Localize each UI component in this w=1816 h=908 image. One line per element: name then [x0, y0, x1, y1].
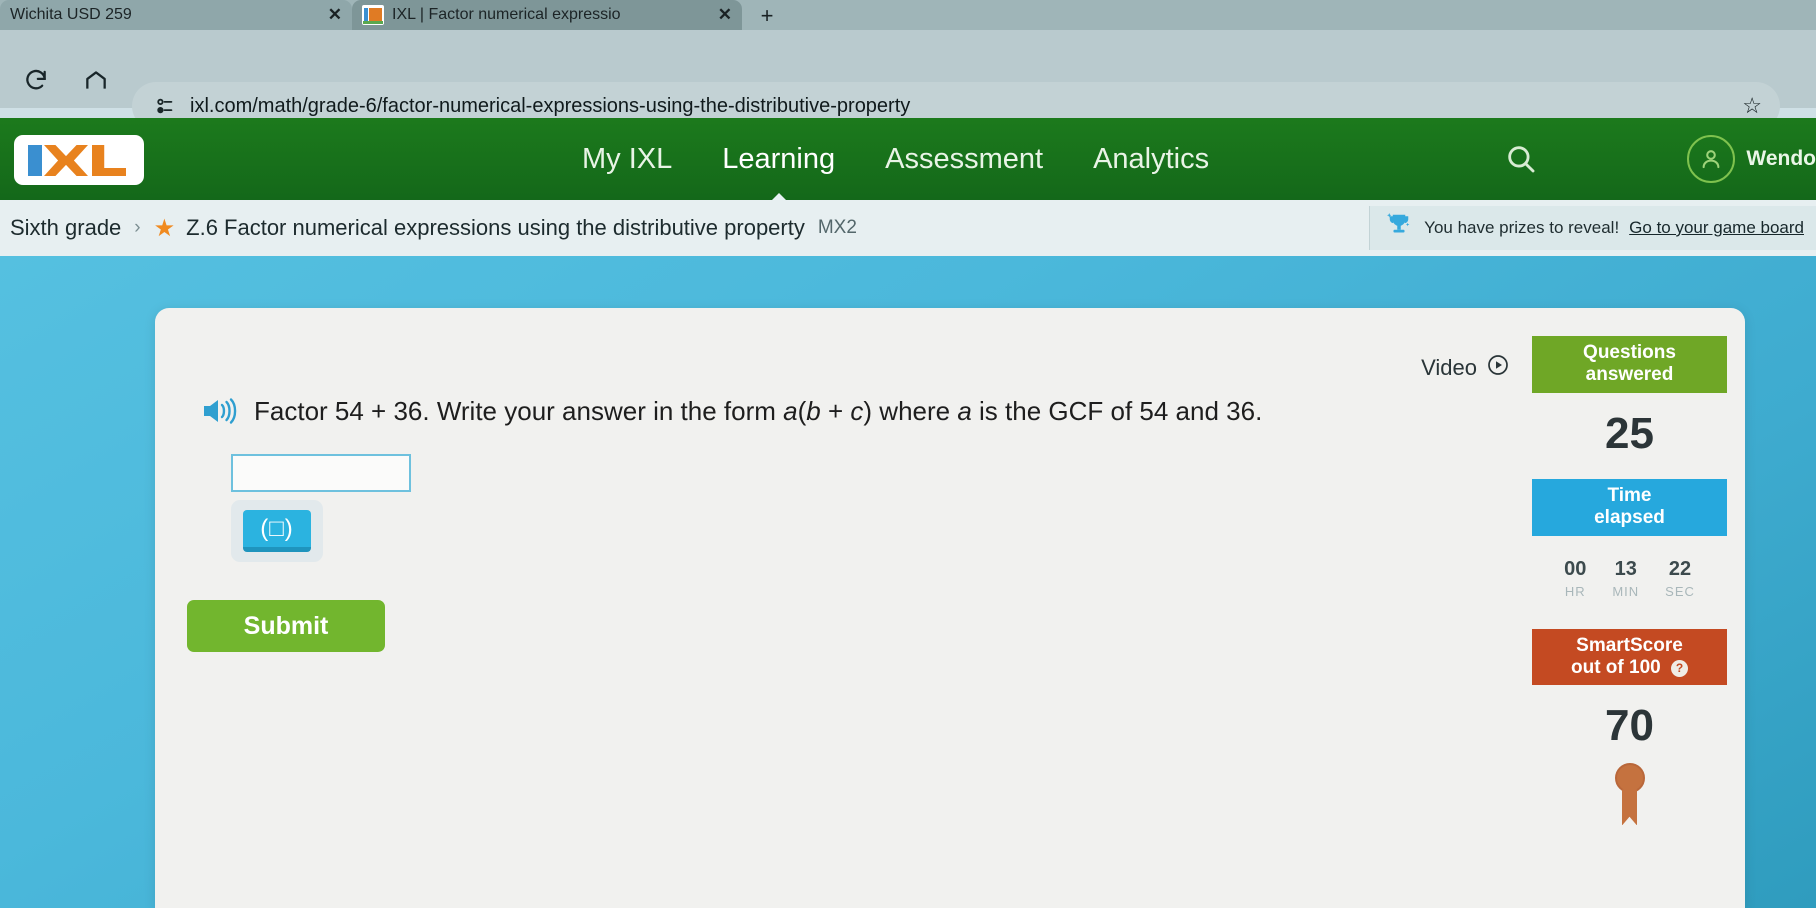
answer-input[interactable]: [231, 454, 411, 492]
nav-links: My IXL Learning Assessment Analytics: [580, 118, 1211, 208]
time-elapsed-line2: elapsed: [1594, 507, 1665, 529]
browser-window: Wichita USD 259 ✕ IXL | Factor numerical…: [0, 0, 1816, 908]
time-elapsed-line1: Time: [1607, 484, 1652, 506]
browser-tab-ixl[interactable]: IXL | Factor numerical expressio ✕: [352, 0, 742, 30]
timer-minutes-value: 13: [1614, 557, 1637, 580]
browser-tab-wichita[interactable]: Wichita USD 259 ✕: [0, 0, 352, 30]
user-name-label: Wendo: [1746, 147, 1816, 170]
close-icon[interactable]: ✕: [328, 5, 342, 25]
timer-hours-value: 00: [1564, 557, 1587, 580]
smartscore-line1: SmartScore: [1576, 634, 1683, 656]
timer-seconds-value: 22: [1668, 557, 1692, 580]
nav-item-analytics[interactable]: Analytics: [1091, 139, 1211, 180]
nav-item-my-ixl[interactable]: My IXL: [580, 139, 674, 180]
reload-icon[interactable]: [18, 62, 54, 98]
nav-item-learning[interactable]: Learning: [720, 139, 837, 208]
breadcrumb-grade[interactable]: Sixth grade: [10, 215, 121, 241]
parentheses-keypad-button[interactable]: (□): [243, 510, 311, 552]
user-menu[interactable]: Wendo: [1687, 135, 1816, 183]
submit-button[interactable]: Submit: [187, 600, 385, 652]
close-icon[interactable]: ✕: [718, 5, 732, 25]
ixl-logo[interactable]: [14, 135, 144, 185]
help-icon[interactable]: ?: [1671, 659, 1688, 677]
ixl-favicon-icon: [362, 5, 384, 25]
smartscore-value: 70: [1605, 701, 1654, 751]
nav-item-assessment[interactable]: Assessment: [883, 139, 1045, 180]
new-tab-button[interactable]: +: [752, 2, 782, 30]
question-text: Factor 54 + 36. Write your answer in the…: [254, 396, 1262, 427]
timer-minutes: 13 MIN: [1612, 558, 1639, 599]
question-suffix: is the GCF of 54 and 36.: [971, 395, 1263, 426]
timer-minutes-unit: MIN: [1612, 583, 1640, 599]
practice-card: Video Factor 54 + 36. Write your answer …: [155, 308, 1745, 908]
timer-seconds-unit: SEC: [1665, 583, 1695, 599]
timer-hours-unit: HR: [1564, 583, 1586, 599]
timer-hours: 00 HR: [1564, 558, 1586, 599]
prize-banner-text: You have prizes to reveal!: [1424, 218, 1620, 237]
question-middle: where: [872, 395, 958, 426]
site-settings-icon[interactable]: [150, 91, 180, 121]
video-link[interactable]: Video: [1421, 353, 1510, 382]
bookmark-star-icon[interactable]: ☆: [1742, 93, 1762, 119]
keypad-container: (□): [231, 500, 323, 562]
user-avatar-icon: [1687, 135, 1736, 183]
browser-tab-strip: Wichita USD 259 ✕ IXL | Factor numerical…: [0, 0, 1816, 30]
score-panel: Questions answered 25 Time elapsed 00 HR…: [1532, 336, 1727, 826]
bronze-medal-icon: [1613, 763, 1647, 826]
browser-tab-title: IXL | Factor numerical expressio: [392, 6, 621, 23]
browser-toolbar: ixl.com/math/grade-6/factor-numerical-ex…: [0, 30, 1816, 130]
game-board-link[interactable]: Go to your game board: [1629, 218, 1804, 238]
breadcrumb-skill-code: MX2: [817, 217, 857, 238]
question-var-b: b: [806, 395, 821, 426]
chevron-right-icon: ›: [134, 217, 141, 238]
play-circle-icon: [1486, 353, 1510, 382]
address-bar-url: ixl.com/math/grade-6/factor-numerical-ex…: [190, 94, 911, 117]
question-plus: +: [820, 395, 851, 426]
timer-row: 00 HR 13 MIN 22 SEC: [1532, 536, 1727, 603]
smartscore-line2-text: out of 100: [1570, 657, 1661, 679]
question-var-a: a: [783, 395, 798, 426]
question-paren-open: (: [797, 395, 807, 426]
time-elapsed-header: Time elapsed: [1532, 478, 1727, 536]
questions-answered-line2: answered: [1585, 364, 1674, 386]
question-prefix: Factor 54 + 36. Write your answer in the…: [254, 395, 784, 426]
search-icon[interactable]: [1504, 142, 1538, 176]
star-icon[interactable]: ★: [154, 214, 176, 243]
page-background: Video Factor 54 + 36. Write your answer …: [0, 256, 1816, 908]
browser-tab-title: Wichita USD 259: [10, 6, 132, 23]
prize-banner[interactable]: You have prizes to reveal! Go to your ga…: [1369, 206, 1816, 250]
panel-spacer: [1532, 603, 1727, 629]
questions-answered-line1: Questions: [1583, 342, 1676, 363]
question-paren-close: ): [863, 395, 873, 426]
breadcrumb: Sixth grade › ★ Z.6 Factor numerical exp…: [0, 200, 1816, 256]
trophy-icon: [1384, 211, 1414, 246]
speaker-icon[interactable]: [200, 394, 238, 428]
questions-answered-header: Questions answered: [1532, 336, 1727, 393]
ixl-main-navigation: My IXL Learning Assessment Analytics Wen…: [0, 118, 1816, 208]
questions-answered-value: 25: [1605, 408, 1654, 458]
breadcrumb-skill-title[interactable]: Z.6 Factor numerical expressions using t…: [186, 215, 805, 241]
timer-seconds: 22 SEC: [1665, 558, 1695, 599]
video-label: Video: [1421, 354, 1477, 380]
question-row: Factor 54 + 36. Write your answer in the…: [200, 394, 1262, 428]
question-var-a2: a: [957, 395, 972, 426]
question-var-c: c: [850, 395, 864, 426]
home-icon[interactable]: [78, 62, 114, 98]
smartscore-header: SmartScore out of 100 ?: [1532, 628, 1727, 686]
smartscore-line2: out of 100 ?: [1536, 657, 1723, 679]
nav-item-learning-label: Learning: [722, 142, 836, 175]
